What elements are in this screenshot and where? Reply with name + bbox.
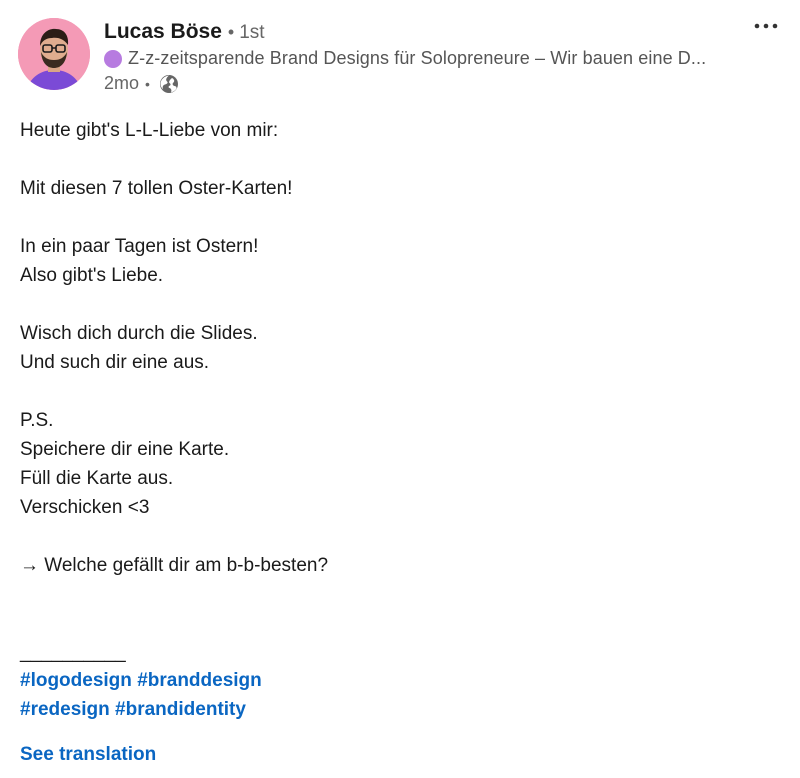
hashtag-link[interactable]: #redesign — [20, 699, 110, 720]
hashtag-link[interactable]: #brandidentity — [115, 699, 246, 720]
hashtags: #logodesign #branddesign #redesign #bran… — [20, 666, 262, 724]
author-name[interactable]: Lucas Böse — [104, 20, 222, 44]
post-text-line: Füll die Karte aus. — [20, 468, 174, 489]
post-text-line: Verschicken <3 — [20, 497, 150, 518]
post-time[interactable]: 2mo — [104, 73, 139, 94]
author-info: Lucas Böse • 1st — [104, 20, 265, 44]
post-text-line: Heute gibt's L-L-Liebe von mir: — [20, 120, 279, 141]
post-text-line: Und such dir eine aus. — [20, 352, 210, 373]
author-headline-row: Z-z-zeitsparende Brand Designs für Solop… — [104, 48, 706, 69]
post-text-line: Mit diesen 7 tollen Oster-Karten! — [20, 178, 293, 199]
meta-separator: • — [145, 75, 150, 92]
hashtag-row: #redesign #brandidentity — [20, 695, 262, 724]
post-meta: 2mo • — [104, 73, 179, 94]
avatar-image — [18, 18, 90, 90]
more-options-button[interactable] — [752, 14, 780, 38]
author-headline[interactable]: Z-z-zeitsparende Brand Designs für Solop… — [128, 48, 706, 69]
hashtag-link[interactable]: #branddesign — [137, 670, 262, 691]
feed-post: Lucas Böse • 1st Z-z-zeitsparende Brand … — [0, 0, 800, 778]
hashtag-link[interactable]: #logodesign — [20, 670, 132, 691]
see-translation-link[interactable]: See translation — [20, 741, 156, 768]
post-text-line: Also gibt's Liebe. — [20, 265, 164, 286]
more-horizontal-icon — [754, 23, 778, 29]
post-text-line: In ein paar Tagen ist Ostern! — [20, 236, 259, 257]
author-avatar[interactable] — [18, 18, 90, 90]
hashtag-row: #logodesign #branddesign — [20, 666, 262, 695]
post-text-line: Speichere dir eine Karte. — [20, 439, 230, 460]
post-body: Heute gibt's L-L-Liebe von mir: Mit diese… — [20, 116, 780, 667]
post-text-line: __________ — [20, 642, 126, 663]
post-text-line: → Welche gefällt dir am b-b-besten? — [20, 555, 329, 576]
connection-degree: 1st — [239, 22, 265, 43]
globe-icon — [159, 74, 179, 94]
purple-circle-icon — [104, 49, 122, 68]
post-text-line: Wisch dich durch die Slides. — [20, 323, 258, 344]
name-separator: • — [227, 22, 235, 42]
post-text-line: P.S. — [20, 410, 54, 431]
